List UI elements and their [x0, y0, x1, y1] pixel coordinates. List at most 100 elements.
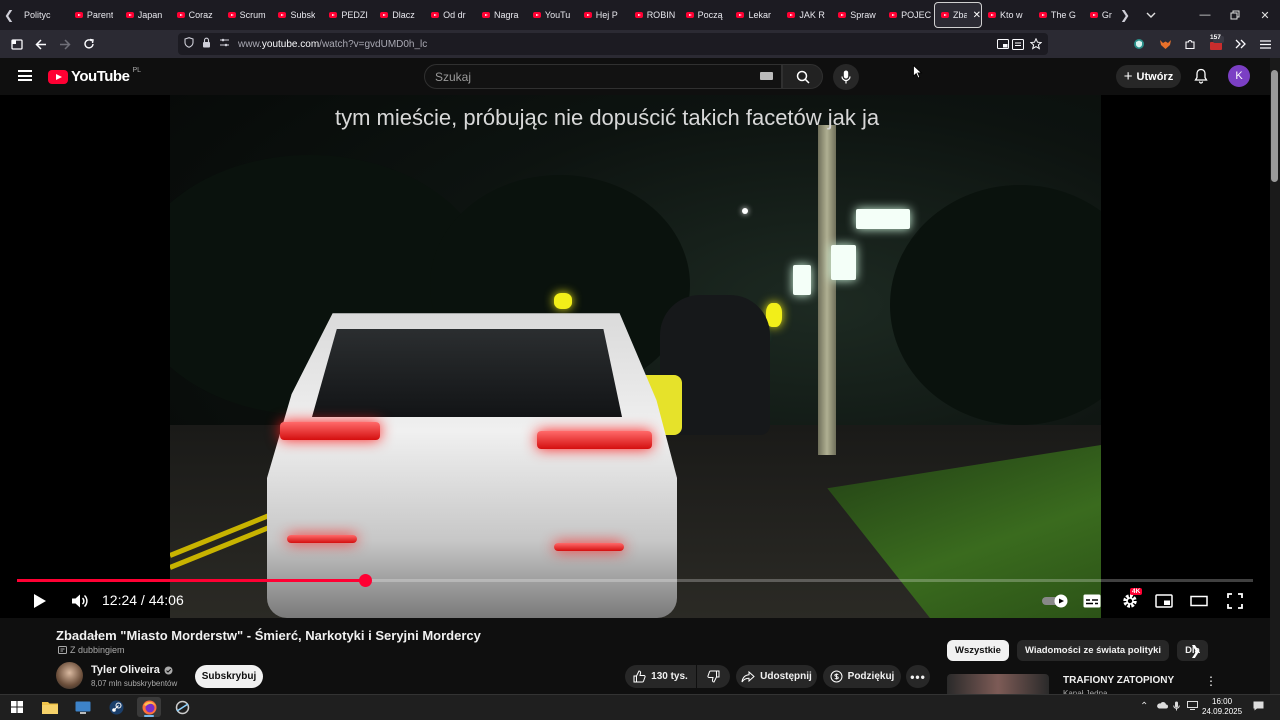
- browser-tab[interactable]: Hej P: [578, 2, 629, 28]
- browser-tab[interactable]: Japan: [120, 2, 171, 28]
- browser-tab[interactable]: PEDZI: [323, 2, 374, 28]
- back-arrow-icon[interactable]: [29, 32, 53, 56]
- browser-tab[interactable]: Nagra: [476, 2, 527, 28]
- create-label: Utwórz: [1136, 70, 1174, 83]
- virtual-keyboard-icon[interactable]: [760, 72, 773, 80]
- microphone-tray-icon[interactable]: [1173, 701, 1180, 714]
- share-button[interactable]: Udostępnij: [736, 665, 817, 688]
- volume-button[interactable]: [68, 589, 92, 613]
- tray-overflow-chevron-icon[interactable]: ⌃: [1140, 701, 1148, 712]
- clock-time: 16:00: [1212, 697, 1233, 706]
- url-text[interactable]: www.youtube.com/watch?v=gvdUMD0h_lc: [238, 39, 427, 50]
- filter-chip[interactable]: Wiadomości ze świata polityki: [1016, 640, 1170, 661]
- restore-window-icon[interactable]: [1220, 0, 1250, 30]
- youtube-logo[interactable]: YouTube PL: [48, 67, 141, 85]
- browser-tab[interactable]: Kto w: [982, 2, 1033, 28]
- thanks-button[interactable]: Podziękuj: [823, 665, 901, 688]
- onedrive-cloud-icon[interactable]: [1156, 701, 1168, 712]
- browser-tab[interactable]: YouTu: [527, 2, 578, 28]
- fullscreen-button[interactable]: [1223, 589, 1247, 613]
- more-tools-chevron-icon[interactable]: [1228, 32, 1252, 56]
- app-swirl-icon[interactable]: [170, 697, 194, 717]
- dubbing-badge[interactable]: Z dubbingiem: [58, 645, 125, 655]
- settings-button[interactable]: 4K: [1116, 588, 1144, 613]
- dislike-button[interactable]: [697, 665, 730, 688]
- channel-avatar[interactable]: [56, 662, 83, 689]
- chips-next-icon[interactable]: ❯: [1190, 643, 1201, 659]
- browser-tab[interactable]: Polityc: [18, 2, 69, 28]
- video-player[interactable]: tym mieście, próbując nie dopuścić takic…: [0, 95, 1270, 618]
- recommended-more-icon[interactable]: ⋮: [1205, 674, 1217, 688]
- system-clock[interactable]: 16:00 24.09.2025: [1202, 697, 1242, 717]
- site-permissions-icon[interactable]: [219, 38, 230, 50]
- like-button[interactable]: 130 tys.: [625, 665, 696, 688]
- minimize-window-icon[interactable]: —: [1190, 0, 1220, 30]
- lock-icon[interactable]: [202, 37, 211, 51]
- miniplayer-icon: [1155, 594, 1173, 608]
- theater-mode-button[interactable]: [1187, 589, 1211, 613]
- firefox-taskbar-icon[interactable]: [137, 697, 161, 717]
- browser-tab[interactable]: Lekar: [730, 2, 781, 28]
- progress-scrubber-handle[interactable]: [359, 574, 372, 587]
- miniplayer-button[interactable]: [1152, 589, 1176, 613]
- guide-menu-icon[interactable]: [18, 70, 32, 81]
- browser-tab[interactable]: ROBIN: [629, 2, 680, 28]
- account-avatar[interactable]: K: [1228, 65, 1250, 87]
- close-window-icon[interactable]: ✕: [1250, 0, 1280, 30]
- fox-extension-icon[interactable]: [1153, 32, 1177, 56]
- browser-tab-active[interactable]: Zba ✕: [934, 2, 983, 28]
- recommended-video-title[interactable]: TRAFIONY ZATOPIONY: [1063, 675, 1174, 686]
- browser-tab[interactable]: JAK R: [781, 2, 832, 28]
- browser-tab[interactable]: Subsk: [272, 2, 323, 28]
- dubbing-label: Z dubbingiem: [70, 645, 125, 655]
- recommended-video-thumbnail[interactable]: [947, 674, 1049, 694]
- url-bar[interactable]: www.youtube.com/watch?v=gvdUMD0h_lc: [178, 33, 1048, 55]
- autoplay-toggle[interactable]: [1040, 589, 1070, 613]
- browser-tab[interactable]: Spraw: [832, 2, 883, 28]
- browser-tab[interactable]: Scrum: [222, 2, 273, 28]
- network-tray-icon[interactable]: [1187, 701, 1198, 713]
- voice-search-button[interactable]: [833, 64, 859, 90]
- subtitles-button[interactable]: [1080, 589, 1104, 613]
- tab-close-icon[interactable]: ✕: [973, 10, 981, 21]
- forward-arrow-icon[interactable]: [53, 32, 77, 56]
- create-button[interactable]: + Utwórz: [1116, 65, 1181, 88]
- more-actions-button[interactable]: •••: [906, 665, 930, 688]
- tab-list-dropdown-icon[interactable]: [1142, 0, 1160, 30]
- browser-tab[interactable]: Od dr: [425, 2, 476, 28]
- screen-app-icon[interactable]: [71, 697, 95, 717]
- channel-name[interactable]: Tyler Oliveira: [91, 664, 173, 676]
- file-explorer-icon[interactable]: [38, 697, 62, 717]
- scrollbar-thumb[interactable]: [1271, 70, 1278, 182]
- notifications-tray-icon[interactable]: [1253, 701, 1264, 714]
- browser-tab[interactable]: Dlacz: [374, 2, 425, 28]
- super-thanks-icon: [830, 670, 843, 683]
- bookmark-star-icon[interactable]: [1024, 32, 1048, 56]
- video-frame[interactable]: [170, 95, 1101, 618]
- search-input[interactable]: [435, 69, 755, 84]
- play-button[interactable]: [28, 589, 52, 613]
- vpn-extension-icon[interactable]: [1127, 32, 1151, 56]
- reload-icon[interactable]: [77, 32, 101, 56]
- filter-chip[interactable]: Wszystkie: [947, 640, 1009, 661]
- tabs-scroll-left-icon[interactable]: ❮: [0, 0, 18, 30]
- subscribe-button[interactable]: Subskrybuj: [195, 665, 263, 688]
- browser-tab-label: PEDZI: [341, 10, 368, 20]
- windows-start-icon[interactable]: [5, 697, 29, 717]
- browser-tab[interactable]: Gr: [1084, 2, 1114, 28]
- extensions-puzzle-icon[interactable]: [1178, 32, 1202, 56]
- youtube-favicon-icon: [532, 12, 541, 18]
- steam-icon[interactable]: [104, 697, 128, 717]
- browser-tab[interactable]: Począ: [680, 2, 731, 28]
- tracking-shield-icon[interactable]: [184, 37, 194, 51]
- tabs-scroll-right-icon[interactable]: ❯: [1116, 0, 1134, 30]
- extension-badge-icon[interactable]: 157: [1204, 32, 1228, 56]
- browser-tab[interactable]: POJEC: [883, 2, 934, 28]
- sidebar-toggle-icon[interactable]: [5, 32, 29, 56]
- browser-tab[interactable]: Coraz: [171, 2, 222, 28]
- hamburger-menu-icon[interactable]: [1253, 32, 1277, 56]
- search-button[interactable]: [782, 64, 823, 89]
- browser-tab[interactable]: Parent: [69, 2, 120, 28]
- browser-tab[interactable]: The G: [1033, 2, 1084, 28]
- notifications-bell-icon[interactable]: [1192, 67, 1209, 85]
